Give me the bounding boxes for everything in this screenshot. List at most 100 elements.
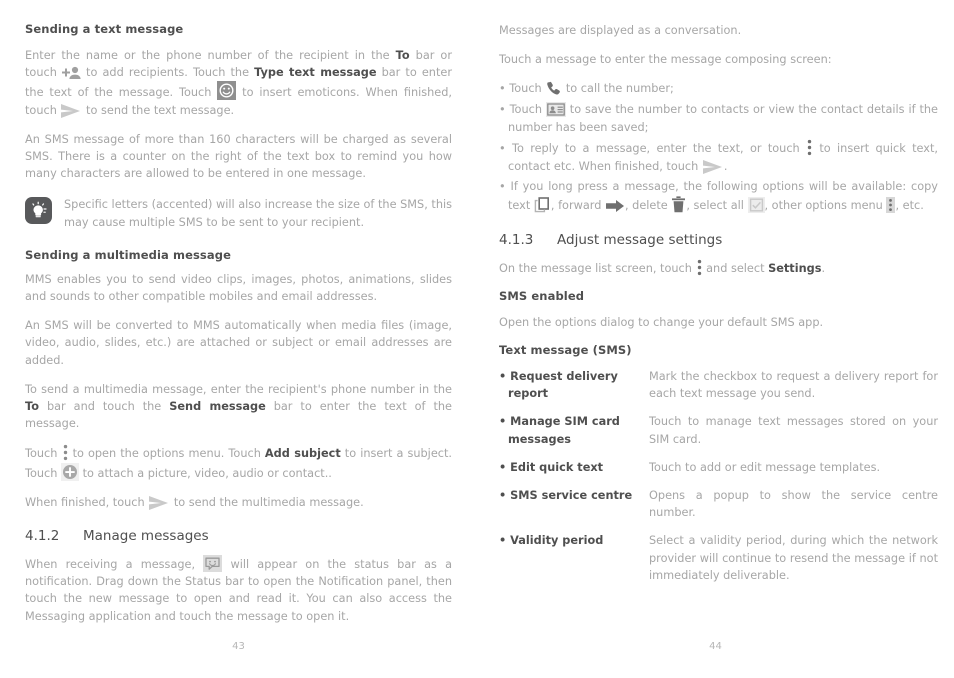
- list-item: • If you long press a message, the follo…: [499, 178, 938, 214]
- setting-term: • Manage SIM card messages: [499, 413, 649, 447]
- text-segment: Touch: [509, 82, 546, 96]
- paragraph-finish-send-mms: When finished, touch to send the multime…: [25, 494, 452, 511]
- text-segment: to add recipients. Touch the: [80, 66, 255, 80]
- bullet-dot: •: [499, 82, 510, 96]
- paragraph-default-sms-app: Open the options dialog to change your d…: [499, 315, 824, 329]
- send-icon: [60, 103, 82, 118]
- paragraph-mms-capabilities: MMS enables you to send video clips, ima…: [25, 272, 452, 304]
- trash-icon: [671, 196, 686, 213]
- bold-to: To: [25, 400, 39, 414]
- message-actions-list: • Touch to call the number; • Touch to s…: [499, 80, 938, 214]
- tip-text: Specific letters (accented) will also in…: [64, 198, 453, 229]
- setting-term-text: Validity period: [510, 534, 604, 548]
- table-row: • Edit quick text Touch to add or edit m…: [499, 459, 938, 476]
- send-icon: [148, 495, 170, 510]
- setting-description: Opens a popup to show the service centre…: [649, 488, 938, 520]
- table-row: • Validity period Select a validity peri…: [499, 532, 938, 584]
- text-segment: to open the options menu. Touch: [68, 447, 265, 461]
- setting-description: Touch to add or edit message templates.: [649, 460, 881, 474]
- setting-term-text: SMS service centre: [510, 488, 633, 502]
- text-segment: to send the text message.: [82, 103, 235, 117]
- text-segment: To send a multimedia message, enter the …: [25, 382, 452, 396]
- sms-settings-list: • Request delivery report Mark the check…: [499, 368, 938, 584]
- section-heading-adjust-message-settings: 4.1.3 Adjust message settings: [499, 232, 938, 248]
- page-number-left: 43: [232, 641, 245, 652]
- heading-sending-multimedia-message: Sending a multimedia message: [25, 247, 231, 262]
- attach-plus-icon: [61, 462, 80, 481]
- bold-send-message: Send message: [169, 400, 266, 414]
- heading-sms-enabled: SMS enabled: [499, 288, 585, 303]
- text-segment: , delete: [624, 198, 672, 212]
- overflow-menu-icon: [696, 259, 703, 276]
- text-segment: , etc.: [895, 198, 924, 212]
- add-recipient-icon: [61, 66, 81, 80]
- paragraph-sms-to-mms-conversion: An SMS will be converted to MMS automati…: [25, 319, 452, 367]
- paragraph-receiving-message: When receiving a message, will appear on…: [25, 555, 452, 625]
- list-item: • Touch to call the number;: [499, 80, 938, 98]
- page-number-right: 44: [709, 641, 722, 652]
- paragraph-conversation-display: Messages are displayed as a conversation…: [499, 24, 742, 37]
- text-segment: to call the number;: [562, 82, 674, 96]
- page-left: Sending a text message Enter the name or…: [0, 0, 477, 678]
- text-segment: When finished, touch: [25, 495, 149, 509]
- setting-description: Select a validity period, during which t…: [649, 534, 938, 582]
- tip-lightbulb-icon: [25, 197, 52, 225]
- paragraph-send-mms-instructions: To send a multimedia message, enter the …: [25, 381, 452, 433]
- message-notification-icon: [203, 555, 223, 573]
- list-item: • Touch to save the number to contacts o…: [499, 101, 938, 136]
- paragraph-touch-to-compose: Touch a message to enter the message com…: [499, 53, 832, 67]
- table-row: • Manage SIM card messages Touch to mana…: [499, 413, 938, 447]
- bullet-dot: •: [499, 488, 511, 502]
- setting-term: • Validity period: [499, 532, 649, 584]
- table-row: • SMS service centre Opens a popup to sh…: [499, 487, 938, 521]
- bullet-dot: •: [499, 103, 510, 116]
- setting-term: • Request delivery report: [499, 368, 649, 402]
- text-segment: When receiving a message,: [25, 558, 204, 572]
- text-segment: .: [821, 261, 826, 275]
- section-title: Adjust message settings: [557, 231, 723, 248]
- forward-arrow-icon: [605, 199, 625, 213]
- bullet-dot: •: [499, 142, 512, 156]
- send-icon: [702, 159, 724, 174]
- text-segment: Touch: [25, 447, 62, 461]
- tip-block: Specific letters (accented) will also in…: [25, 196, 452, 230]
- bullet-dot: •: [499, 460, 511, 474]
- setting-term: • SMS service centre: [499, 487, 649, 521]
- text-segment: Touch: [509, 103, 546, 116]
- bold-settings: Settings: [768, 261, 822, 275]
- section-number: 4.1.3: [499, 231, 534, 248]
- select-all-checkbox-icon: [747, 196, 765, 213]
- text-segment: , forward: [550, 198, 605, 212]
- heading-sending-text-message: Sending a text message: [25, 22, 184, 36]
- setting-term-text: Manage SIM card messages: [508, 415, 620, 446]
- contact-card-icon: [545, 102, 566, 117]
- text-segment: On the message list screen, touch: [499, 261, 696, 275]
- text-segment: to send the multimedia message.: [170, 495, 364, 509]
- bold-to: To: [395, 49, 410, 62]
- text-segment: bar and touch the: [38, 400, 170, 414]
- heading-text-message-sms: Text message (SMS): [499, 342, 632, 357]
- paragraph-options-menu: Touch to open the options menu. Touch Ad…: [25, 444, 452, 481]
- setting-term-text: Edit quick text: [510, 460, 604, 474]
- page-right: Messages are displayed as a conversation…: [477, 0, 954, 678]
- bold-type-text-message: Type text message: [254, 66, 377, 80]
- bullet-dot: •: [499, 415, 511, 429]
- text-segment: , select all: [686, 198, 748, 212]
- bullet-dot: •: [499, 534, 511, 548]
- manual-spread: Sending a text message Enter the name or…: [0, 0, 954, 678]
- emoticon-icon: [217, 81, 237, 101]
- list-item: • To reply to a message, enter the text,…: [499, 139, 938, 175]
- text-segment: Enter the name or the phone number of th…: [25, 49, 396, 62]
- text-segment: and select: [702, 261, 769, 275]
- section-title: Manage messages: [83, 528, 209, 545]
- bold-add-subject: Add subject: [264, 447, 341, 461]
- paragraph-sms-length: An SMS message of more than 160 characte…: [25, 132, 452, 181]
- overflow-menu-icon: [806, 139, 813, 156]
- bullet-dot: •: [499, 369, 511, 383]
- text-segment: , other options menu: [764, 198, 887, 212]
- setting-term: • Edit quick text: [499, 459, 649, 476]
- text-segment: to save the number to contacts or view t…: [508, 103, 938, 134]
- section-number: 4.1.2: [25, 528, 60, 545]
- text-segment: to attach a picture, video, audio or con…: [79, 466, 332, 480]
- paragraph-send-text-instructions: Enter the name or the phone number of th…: [25, 47, 452, 119]
